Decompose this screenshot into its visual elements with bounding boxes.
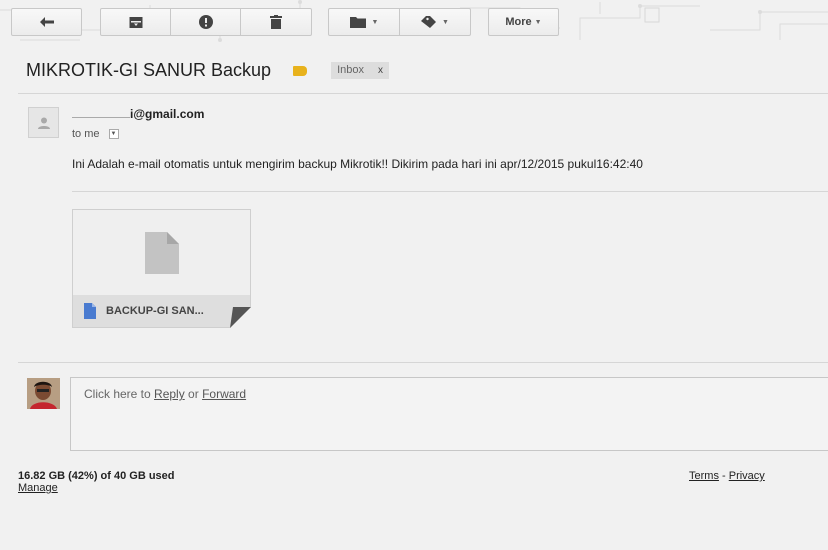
manage-storage-link[interactable]: Manage [18,482,58,494]
footer-separator: - [718,470,729,482]
attachment-name: BACKUP-GI SAN... [106,305,204,317]
sender-email-text: i@gmail.com [130,107,205,121]
label-icon [421,15,437,28]
attachment-card[interactable]: BACKUP-GI SAN... [72,209,251,328]
delete-button[interactable] [240,8,312,36]
inbox-label-text: Inbox [337,64,364,76]
delete-icon [270,15,282,29]
reply-icon [39,17,54,27]
chevron-down-icon: ▼ [110,131,117,137]
email-subject: MIKROTIK-GI SANUR Backup [26,60,272,80]
move-to-button[interactable]: ▼ [328,8,400,36]
forward-link[interactable]: Forward [202,387,246,401]
file-icon [144,231,179,274]
subject-row: MIKROTIK-GI SANUR Backup Inbox x [26,60,389,81]
redacted-name [72,107,130,118]
attachment-preview [73,210,250,295]
chevron-down-icon: ▼ [534,18,542,26]
page-curl-icon [230,307,251,328]
reply-prompt: Click here to Reply or Forward [84,387,246,401]
toolbar: ▼ ▼ More ▼ [0,0,828,50]
storage-usage: 16.82 GB (42%) of 40 GB used [18,470,175,482]
archive-button[interactable] [100,8,171,36]
privacy-link[interactable]: Privacy [729,470,765,482]
folder-icon [349,17,366,28]
google-doc-icon [84,303,96,319]
divider [18,93,828,94]
divider [18,362,828,363]
email-body: Ini Adalah e-mail otomatis untuk mengiri… [72,157,643,171]
reply-button[interactable] [11,8,82,36]
labels-button[interactable]: ▼ [399,8,471,36]
terms-link[interactable]: Terms [689,470,719,482]
quick-reply-box[interactable]: Click here to Reply or Forward [70,377,828,451]
show-details-button[interactable]: ▼ [108,129,119,139]
sender-avatar[interactable] [28,107,59,138]
inbox-label-chip[interactable]: Inbox x [331,62,389,79]
to-me-label: to me [72,128,100,140]
chevron-down-icon: ▼ [442,18,449,26]
reply-prefix: Click here to [84,387,155,401]
archive-icon [129,16,142,28]
reply-link[interactable]: Reply [154,387,185,401]
user-photo [27,378,60,409]
report-spam-button[interactable] [170,8,241,36]
report-spam-icon [198,15,213,29]
footer-links: Terms - Privacy [689,470,765,482]
more-label: More [505,16,532,28]
person-icon [37,117,50,129]
chevron-down-icon: ▼ [371,18,379,26]
sender-email[interactable]: i@gmail.com [72,107,204,121]
remove-label-button[interactable]: x [378,63,383,78]
more-button[interactable]: More ▼ [488,8,559,36]
divider [72,191,828,192]
recipient-line: to me ▼ [72,128,119,140]
user-avatar[interactable] [27,378,60,409]
importance-marker[interactable] [293,65,308,76]
reply-middle: or [184,387,203,401]
